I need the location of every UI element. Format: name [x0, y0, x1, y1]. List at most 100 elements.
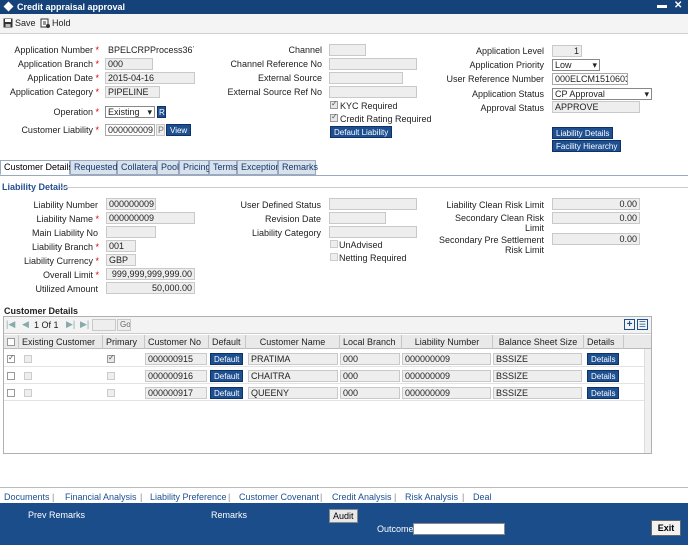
footer-links: Documents | Financial Analysis | Liabili…: [0, 487, 688, 503]
col-details: Details: [584, 335, 624, 349]
primary-checkbox[interactable]: [107, 353, 115, 363]
next-page-icon[interactable]: ▶|: [66, 319, 75, 330]
col-liability-number: Liability Number: [402, 335, 493, 349]
tab-pool[interactable]: Pool: [157, 160, 179, 175]
row-select-checkbox[interactable]: [7, 389, 15, 397]
liability-name-label: Liability Name *: [36, 214, 99, 224]
tab-remarks[interactable]: Remarks: [278, 160, 318, 175]
minimize-icon[interactable]: ▬: [657, 0, 667, 11]
tab-collateral[interactable]: Collateral: [117, 160, 159, 175]
col-default: Default: [209, 335, 246, 349]
link-documents[interactable]: Documents: [4, 492, 50, 502]
close-icon[interactable]: ✕: [674, 0, 682, 11]
operation-r-button[interactable]: R: [157, 106, 166, 118]
credit-rating-checkbox[interactable]: [330, 112, 338, 122]
operation-select[interactable]: Existing: [105, 106, 155, 118]
channel-reference-field[interactable]: [329, 58, 417, 70]
save-button[interactable]: Save: [3, 18, 36, 28]
grid-header: Existing Customer Primary Customer No De…: [4, 335, 651, 349]
liability-name-field: 000000009: [106, 212, 195, 224]
details-button[interactable]: Details: [587, 370, 620, 382]
application-branch-label: Application Branch *: [17, 59, 99, 69]
row-select-checkbox[interactable]: [7, 372, 15, 380]
existing-customer-checkbox[interactable]: [24, 355, 32, 363]
liability-details-button[interactable]: Liability Details: [552, 127, 614, 139]
operation-label: Operation *: [53, 107, 99, 117]
link-separator: |: [228, 492, 231, 502]
table-row[interactable]: 000000917 Default QUEENY 000 000000009 B…: [4, 385, 651, 401]
select-all-checkbox[interactable]: [7, 338, 15, 346]
prev-page-icon[interactable]: ◀: [22, 319, 29, 330]
clean-risk-label: Liability Clean Risk Limit: [446, 200, 544, 210]
link-separator: |: [52, 492, 55, 502]
row-select-checkbox[interactable]: [7, 353, 15, 363]
default-liability-button[interactable]: Default Liability: [330, 126, 393, 138]
existing-customer-checkbox[interactable]: [24, 389, 32, 397]
link-liability-preference[interactable]: Liability Preference: [150, 492, 227, 502]
hold-button[interactable]: Hold: [40, 18, 71, 28]
customer-liability-field[interactable]: 000000009: [105, 124, 155, 136]
revision-date-label: Revision Date: [264, 214, 321, 224]
page-input[interactable]: [92, 319, 116, 331]
col-customer-name: Customer Name: [246, 335, 340, 349]
default-button[interactable]: Default: [210, 353, 244, 365]
last-page-icon[interactable]: ▶|: [80, 319, 89, 330]
tab-exception[interactable]: Exception: [237, 160, 281, 175]
link-deal[interactable]: Deal: [473, 492, 492, 502]
user-reference-field[interactable]: 000ELCM1510603I: [552, 73, 628, 85]
save-label: Save: [15, 18, 36, 28]
link-credit-analysis[interactable]: Credit Analysis: [332, 492, 392, 502]
outcome-select[interactable]: [413, 523, 505, 535]
secondary-clean-field: 0.00: [552, 212, 640, 224]
user-defined-status-field: [329, 198, 417, 210]
primary-checkbox[interactable]: [107, 372, 115, 380]
unadvised-checkbox[interactable]: [330, 240, 338, 248]
add-row-icon[interactable]: +: [624, 319, 635, 330]
link-financial-analysis[interactable]: Financial Analysis: [65, 492, 137, 502]
exit-button[interactable]: Exit: [651, 520, 681, 536]
tab-requested[interactable]: Requested: [70, 160, 118, 175]
details-button[interactable]: Details: [587, 353, 620, 365]
utilized-amount-field: 50,000.00: [106, 282, 195, 294]
facility-hierarchy-button[interactable]: Facility Hierarchy: [552, 140, 622, 152]
external-source-ref-field[interactable]: [329, 86, 417, 98]
application-category-field: PIPELINE: [105, 86, 160, 98]
audit-button[interactable]: Audit: [329, 509, 358, 523]
table-row[interactable]: 000000916 Default CHAITRA 000 000000009 …: [4, 368, 651, 384]
application-priority-select[interactable]: Low: [552, 59, 600, 71]
go-button[interactable]: Go: [117, 319, 131, 331]
liability-category-label: Liability Category: [251, 228, 321, 238]
table-row[interactable]: 000000915 Default PRATIMA 000 000000009 …: [4, 351, 651, 367]
external-source-field[interactable]: [329, 72, 403, 84]
tab-pricing[interactable]: Pricing: [179, 160, 211, 175]
netting-required-checkbox[interactable]: [330, 253, 338, 261]
revision-date-field: [329, 212, 386, 224]
details-button[interactable]: Details: [587, 387, 620, 399]
application-date-field: 2015-04-16: [105, 72, 195, 84]
liability-category-field: [329, 226, 417, 238]
application-status-select[interactable]: CP Approval: [552, 88, 652, 100]
application-branch-field: 000: [105, 58, 153, 70]
link-separator: |: [394, 492, 397, 502]
credit-rating-label: Credit Rating Required: [340, 114, 432, 124]
app-diamond-icon: [3, 1, 14, 12]
first-page-icon[interactable]: |◀: [6, 319, 15, 330]
link-risk-analysis[interactable]: Risk Analysis: [405, 492, 458, 502]
secondary-clean-label: Secondary Clean Risk Limit: [454, 213, 544, 233]
customer-name-cell: CHAITRA: [248, 370, 338, 382]
existing-customer-checkbox[interactable]: [24, 372, 32, 380]
grid-scrollbar[interactable]: [644, 349, 651, 453]
kyc-required-checkbox[interactable]: [330, 99, 338, 109]
list-view-icon[interactable]: ☰: [637, 319, 648, 330]
link-customer-covenant[interactable]: Customer Covenant: [239, 492, 319, 502]
tab-terms[interactable]: Terms: [209, 160, 238, 175]
customer-no-cell: 000000917: [145, 387, 207, 399]
clean-risk-field: 0.00: [552, 198, 640, 210]
application-number-label: Application Number *: [14, 45, 99, 55]
tab-customer-details[interactable]: Customer Details: [0, 160, 73, 175]
primary-checkbox[interactable]: [107, 389, 115, 397]
default-button[interactable]: Default: [210, 370, 244, 382]
default-button[interactable]: Default: [210, 387, 244, 399]
view-button[interactable]: View: [166, 124, 192, 136]
channel-field[interactable]: [329, 44, 366, 56]
